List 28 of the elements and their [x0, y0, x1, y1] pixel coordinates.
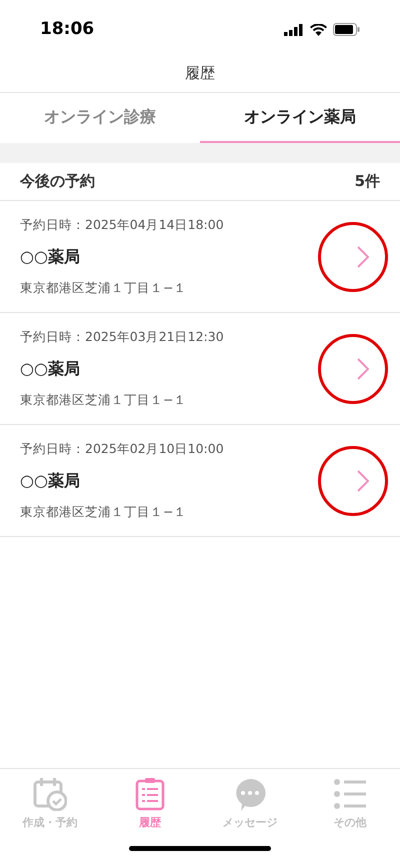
chevron-right-icon — [357, 358, 369, 380]
calendar-clock-icon — [33, 777, 67, 811]
reservation-count: 5件 — [354, 171, 380, 192]
section-title: 今後の予約 — [20, 171, 95, 192]
list-icon — [333, 777, 367, 811]
chevron-right-icon — [357, 470, 369, 492]
signal-icon — [284, 24, 304, 36]
pharmacy-address: 東京都港区芝浦１丁目１−１ — [20, 278, 188, 296]
wifi-icon — [310, 24, 327, 36]
tab-bar-item[interactable]: 履歴 — [100, 777, 200, 832]
tab-bar-item[interactable]: 作成・予約 — [0, 777, 100, 832]
tab-bar-item[interactable]: その他 — [300, 777, 400, 832]
tab[interactable]: オンライン診療 — [0, 93, 200, 143]
status-time: 18:06 — [40, 18, 94, 41]
pharmacy-name: ○○薬局 — [20, 358, 81, 380]
pharmacy-name: ○○薬局 — [20, 246, 81, 268]
reservation-datetime: 予約日時：2025年04月14日18:00 — [20, 216, 225, 234]
pharmacy-address: 東京都港区芝浦１丁目１−１ — [20, 390, 188, 408]
pharmacy-name: ○○薬局 — [20, 470, 81, 492]
screen-title: 履歴 — [185, 63, 215, 84]
battery-icon — [333, 23, 360, 36]
reservation-datetime: 予約日時：2025年02月10日10:00 — [20, 440, 225, 458]
clipboard-icon — [135, 777, 165, 811]
chat-bubble-icon — [233, 777, 267, 811]
tab-bar-item[interactable]: メッセージ — [200, 777, 300, 832]
chevron-right-icon — [357, 246, 369, 268]
reservation-datetime: 予約日時：2025年03月21日12:30 — [20, 328, 225, 346]
pharmacy-address: 東京都港区芝浦１丁目１−１ — [20, 502, 188, 520]
